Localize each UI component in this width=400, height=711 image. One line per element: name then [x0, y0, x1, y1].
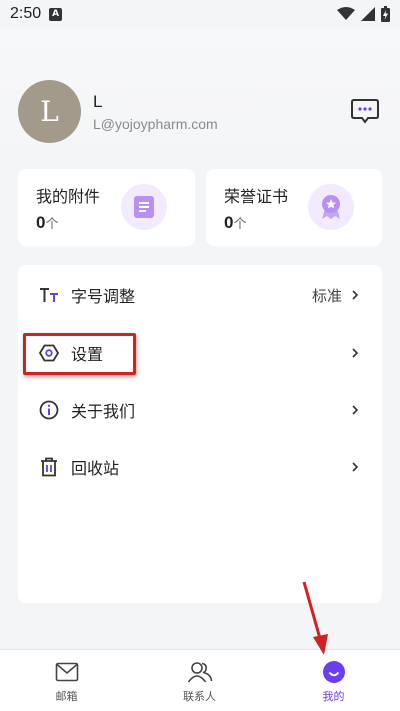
menu-item-trash[interactable]: 回收站: [18, 442, 382, 492]
menu-item-label: 回收站: [71, 459, 120, 478]
card-title: 荣誉证书: [224, 187, 289, 206]
info-icon: [38, 399, 60, 421]
menu-item-font-size[interactable]: 字号调整 标准: [18, 270, 382, 320]
mail-icon: [54, 660, 80, 684]
tab-mail[interactable]: 邮箱: [0, 650, 133, 711]
wifi-icon: [337, 7, 355, 20]
bottom-tab-bar: 邮箱 联系人 我的: [0, 649, 400, 711]
profile-smile-icon: [321, 660, 347, 684]
chevron-right-icon: [352, 290, 359, 300]
settings-icon: [38, 342, 60, 364]
tab-label: 邮箱: [55, 690, 78, 703]
message-icon[interactable]: [350, 97, 380, 125]
status-bar: 2:50 A: [0, 0, 400, 28]
user-name: L: [93, 92, 103, 111]
chevron-right-icon: [352, 348, 359, 358]
status-time: 2:50: [10, 5, 42, 22]
tab-label: 联系人: [183, 690, 216, 703]
signal-icon: [361, 7, 375, 21]
settings-menu: 字号调整 标准 设置 关于我们 回收站: [18, 265, 382, 603]
tab-contacts[interactable]: 联系人: [133, 650, 266, 711]
notification-icon: A: [49, 7, 63, 21]
tab-me[interactable]: 我的: [267, 650, 400, 711]
battery-icon: [381, 6, 390, 22]
font-size-icon: [38, 284, 60, 306]
font-size-value: 标准: [311, 286, 342, 305]
card-title: 我的附件: [36, 187, 101, 206]
menu-item-settings[interactable]: 设置: [18, 328, 382, 378]
user-email: L@yojoypharm.com: [93, 116, 218, 132]
attachments-card[interactable]: 我的附件 0个: [18, 169, 195, 246]
chevron-right-icon: [352, 462, 359, 472]
menu-item-label: 设置: [71, 345, 104, 364]
card-count: 0个: [36, 213, 59, 232]
menu-item-about[interactable]: 关于我们: [18, 385, 382, 435]
award-icon: [308, 184, 354, 230]
tab-label: 我的: [322, 690, 345, 703]
menu-item-label: 字号调整: [71, 287, 136, 306]
document-icon: [121, 184, 167, 230]
contacts-icon: [187, 660, 213, 684]
card-count: 0个: [224, 213, 247, 232]
status-icons: [337, 6, 390, 22]
avatar[interactable]: L: [18, 80, 81, 143]
menu-item-label: 关于我们: [71, 402, 136, 421]
chevron-right-icon: [352, 405, 359, 415]
trash-icon: [38, 456, 60, 478]
certificates-card[interactable]: 荣誉证书 0个: [206, 169, 382, 246]
